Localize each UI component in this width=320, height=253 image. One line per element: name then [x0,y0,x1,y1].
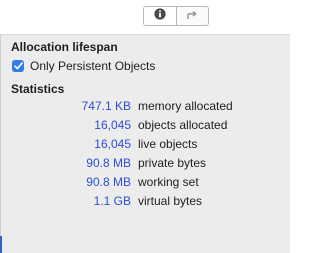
forward-arrow-icon [186,7,198,25]
stat-row-live-objects: 16,045 live objects [0,137,290,156]
info-tab-button[interactable] [144,7,176,25]
stat-label: private bytes [138,156,207,170]
only-persistent-objects-checkbox[interactable]: Only Persistent Objects [12,59,155,73]
stat-value: 16,045 [94,137,131,151]
stat-value: 16,045 [94,118,131,132]
stat-label: live objects [138,137,198,151]
statistics-heading: Statistics [11,82,65,96]
stat-label: working set [138,175,199,189]
stat-value: 90.8 MB [86,175,131,189]
stat-label: objects allocated [138,118,228,132]
selection-accent [0,236,2,253]
stat-row-working-set: 90.8 MB working set [0,175,290,194]
stat-label: memory allocated [138,99,233,113]
stat-value: 747.1 KB [81,99,131,113]
stat-value: 1.1 GB [93,194,131,208]
stat-value: 90.8 MB [86,156,131,170]
forward-tab-button[interactable] [177,7,209,25]
stat-row-virtual-bytes: 1.1 GB virtual bytes [0,194,290,213]
inspector-toolbar [0,0,290,32]
stat-label: virtual bytes [138,194,203,208]
inspector-segmented-control [143,6,209,26]
stat-row-private-bytes: 90.8 MB private bytes [0,156,290,175]
stat-row-objects-allocated: 16,045 objects allocated [0,118,290,137]
stat-row-memory-allocated: 747.1 KB memory allocated [0,99,290,118]
checkbox-checked-icon[interactable] [12,60,24,72]
info-icon [154,7,166,25]
statistics-list: 747.1 KB memory allocated 16,045 objects… [0,99,290,213]
only-persistent-objects-label: Only Persistent Objects [30,59,156,73]
allocation-lifespan-heading: Allocation lifespan [11,40,118,54]
